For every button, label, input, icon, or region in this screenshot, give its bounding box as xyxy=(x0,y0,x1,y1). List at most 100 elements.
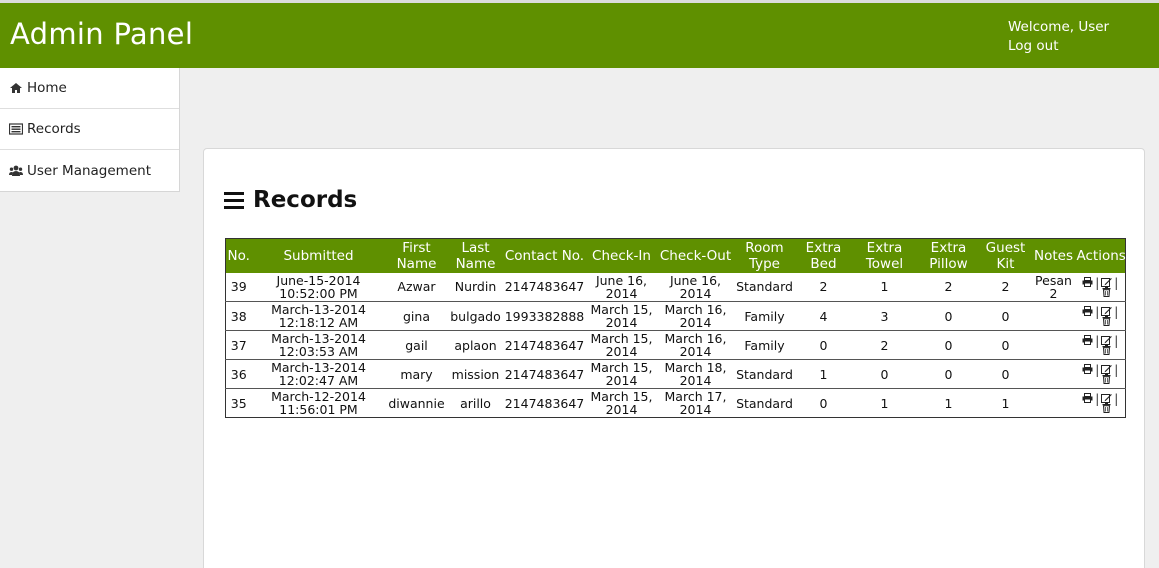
action-group xyxy=(1101,306,1113,326)
edit-icon[interactable] xyxy=(1101,335,1113,345)
edit-icon[interactable] xyxy=(1101,306,1113,316)
cell-check-in: March 15, 2014 xyxy=(590,389,653,417)
submitted-time: 11:56:01 PM xyxy=(279,402,358,417)
column-header: Check-Out xyxy=(659,247,732,264)
submitted-time: 10:52:00 PM xyxy=(279,285,358,301)
page-title-area: Records xyxy=(224,187,357,213)
separator: | xyxy=(1095,334,1100,348)
cell-actions: | | xyxy=(1075,330,1126,360)
cell-no: 39 xyxy=(225,272,252,302)
column-header: Guest Kit xyxy=(985,239,1026,272)
cell-actions: | | xyxy=(1075,301,1126,331)
cell-last-name: aplaon xyxy=(447,330,504,360)
print-icon[interactable] xyxy=(1082,335,1093,345)
table-row: 37 March-13-2014 12:03:53 AM gail aplaon 2147… xyxy=(225,330,1126,360)
cell-check-out: March 16, 2014 xyxy=(657,330,734,360)
trash-icon[interactable] xyxy=(1101,316,1112,326)
action-group xyxy=(1101,277,1113,297)
submitted-date: June-15-2014 xyxy=(276,272,361,288)
logout-link[interactable]: Log out xyxy=(1008,37,1109,56)
cell-first-name: mary xyxy=(385,359,448,389)
edit-icon[interactable] xyxy=(1101,364,1113,374)
edit-icon[interactable] xyxy=(1101,277,1113,287)
cell-room-type: Standard xyxy=(733,272,796,302)
cell-guest-kit: 1 xyxy=(1001,395,1010,411)
cell-submitted: March-12-2014 11:56:01 PM xyxy=(252,389,386,418)
sidebar-item-user-management[interactable]: User Management xyxy=(0,150,179,191)
table-header-row: No. Submitted First Name Last Name Conta… xyxy=(225,238,1126,273)
cell-check-in: March 15, 2014 xyxy=(585,330,658,360)
user-area: Welcome, User Log out xyxy=(1008,18,1109,56)
submitted-time: 12:03:53 AM xyxy=(278,344,359,359)
table-row: 38 March-13-2014 12:18:12 AM gina bulgado 199… xyxy=(225,301,1126,331)
welcome-text[interactable]: Welcome, User xyxy=(1008,18,1109,37)
cell-extra-towel: 1 xyxy=(880,395,889,411)
print-icon[interactable] xyxy=(1082,306,1093,316)
top-header: Admin Panel Welcome, User Log out xyxy=(0,3,1159,68)
table-row: 36 March-13-2014 12:02:47 AM mary mission 214… xyxy=(225,359,1126,389)
print-icon[interactable] xyxy=(1082,276,1093,287)
sidebar-item-home[interactable]: Home xyxy=(0,68,179,109)
print-icon[interactable] xyxy=(1082,364,1093,374)
separator: | xyxy=(1095,275,1100,290)
cell-notes xyxy=(1031,330,1076,360)
records-table: No. Submitted First Name Last Name Conta… xyxy=(225,238,1126,418)
cell-extra-bed: 0 xyxy=(795,330,852,360)
cell-check-out: March 17, 2014 xyxy=(664,389,727,417)
cell-notes xyxy=(1031,301,1076,331)
trash-icon[interactable] xyxy=(1101,286,1112,297)
cell-notes: Pesan 2 xyxy=(1031,272,1076,302)
print-icon[interactable] xyxy=(1082,393,1093,403)
column-header: First Name xyxy=(396,239,437,272)
column-header: Extra Towel xyxy=(865,239,904,272)
cell-notes xyxy=(1032,389,1076,418)
cell-guest-kit: 0 xyxy=(979,359,1032,389)
cell-actions: | | xyxy=(1075,272,1126,302)
separator: | xyxy=(1114,334,1119,348)
cell-last-name: mission xyxy=(447,359,504,389)
cell-submitted: March-13-2014 12:02:47 AM xyxy=(251,359,386,389)
cell-last-name: bulgado xyxy=(447,301,504,331)
column-header: Actions xyxy=(1076,247,1126,264)
cell-extra-towel: 1 xyxy=(851,272,918,302)
separator: | xyxy=(1095,305,1100,319)
edit-icon[interactable] xyxy=(1101,393,1113,403)
action-group xyxy=(1101,393,1113,413)
sidebar-item-label: Home xyxy=(27,80,67,96)
cell-check-in: March 15, 2014 xyxy=(585,359,658,389)
cell-room-type: Standard xyxy=(733,359,796,389)
separator: | xyxy=(1114,392,1119,406)
app-title: Admin Panel xyxy=(10,17,194,51)
cell-last-name: Nurdin xyxy=(447,272,504,302)
trash-icon[interactable] xyxy=(1101,345,1112,355)
separator: | xyxy=(1095,392,1100,406)
cell-room-type: Family xyxy=(733,330,796,360)
cell-guest-kit: 0 xyxy=(979,301,1032,331)
cell-extra-towel: 0 xyxy=(851,359,918,389)
cell-guest-kit: 0 xyxy=(979,330,1032,360)
action-group xyxy=(1101,335,1113,355)
cell-submitted: June-15-2014 10:52:00 PM xyxy=(251,272,386,302)
cell-contact: 2147483647 xyxy=(503,272,586,302)
action-group xyxy=(1101,364,1113,384)
cell-extra-towel: 3 xyxy=(851,301,918,331)
cell-extra-towel: 2 xyxy=(851,330,918,360)
table-row: 39 June-15-2014 10:52:00 PM Azwar Nurdin 2147… xyxy=(225,272,1126,302)
cell-extra-bed: 4 xyxy=(795,301,852,331)
sidebar-item-records[interactable]: Records xyxy=(0,109,179,150)
sidebar-item-label: User Management xyxy=(27,162,151,179)
column-header: Submitted xyxy=(283,247,354,264)
cell-room-type: Family xyxy=(733,301,796,331)
table-body: 39 June-15-2014 10:52:00 PM Azwar Nurdin 2147… xyxy=(225,272,1126,418)
cell-contact: 2147483647 xyxy=(504,395,585,411)
cell-extra-pillow: 1 xyxy=(944,395,953,411)
trash-icon[interactable] xyxy=(1101,374,1112,384)
cell-extra-pillow: 0 xyxy=(917,330,980,360)
column-header: No. xyxy=(227,247,250,264)
trash-icon[interactable] xyxy=(1101,403,1112,413)
cell-no: 38 xyxy=(225,301,252,331)
column-header: Extra Bed xyxy=(805,239,842,272)
users-icon xyxy=(9,165,23,176)
cell-notes xyxy=(1031,359,1076,389)
cell-no: 37 xyxy=(225,330,252,360)
